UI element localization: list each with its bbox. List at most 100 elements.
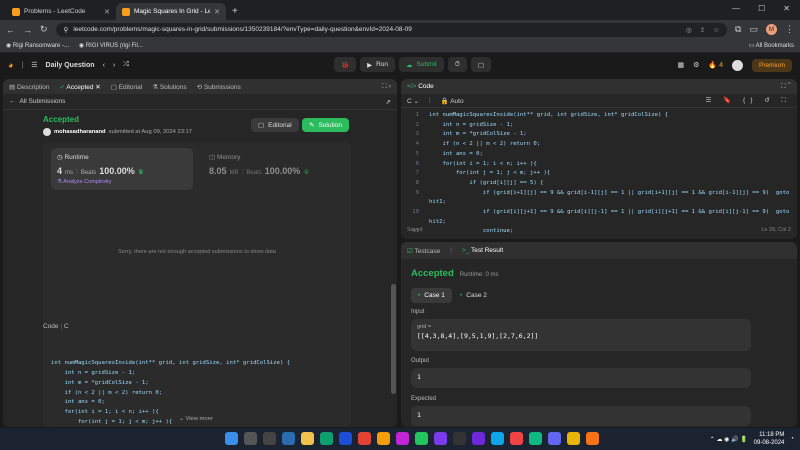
premium-button[interactable]: Premium: [751, 58, 792, 72]
leetcode-logo[interactable]: ◕: [8, 60, 13, 70]
bookmark-star-icon[interactable]: ☆: [713, 26, 719, 34]
gmail-icon[interactable]: [567, 432, 580, 445]
code-line[interactable]: 6 for(int i = 1; i < n; i++ ){: [405, 160, 793, 170]
app-icon[interactable]: [453, 432, 466, 445]
layout-icon[interactable]: ▦: [678, 61, 685, 69]
run-button[interactable]: ▶ Run: [360, 57, 396, 72]
notification-icon[interactable]: ◔: [790, 436, 794, 442]
runtime-box[interactable]: ◷ Runtime 4 ms | Beats 100.00% ♛ ⚗ Analy…: [51, 148, 193, 190]
submit-button[interactable]: ☁ Submit: [399, 57, 444, 72]
user-avatar[interactable]: [731, 59, 743, 71]
code-line[interactable]: hit1;: [405, 198, 793, 208]
chrome-active-icon[interactable]: [586, 432, 599, 445]
app-icon[interactable]: [510, 432, 523, 445]
close-tab-icon[interactable]: ✕: [104, 8, 110, 16]
code-line[interactable]: 8 if (grid[i][j] == 5) {: [405, 179, 793, 189]
editor-actions[interactable]: ☰ 🔖 {} ↺ ⛶: [706, 96, 791, 105]
tab-submissions[interactable]: ⟲ Submissions: [197, 83, 241, 91]
code-line[interactable]: 3 int m = *gridColSize - 1;: [405, 130, 793, 140]
minimize-icon[interactable]: —: [732, 4, 740, 13]
store-icon[interactable]: [339, 432, 352, 445]
shuffle-icon[interactable]: ⤮: [123, 61, 129, 69]
reload-icon[interactable]: ↻: [40, 24, 48, 35]
close-tab-icon[interactable]: ✕: [214, 8, 220, 16]
tab-testcase[interactable]: ☑ Testcase: [407, 247, 440, 255]
code-line[interactable]: 4 if (n < 2 || m < 2) return 0;: [405, 140, 793, 150]
submitter-name[interactable]: mohasadharanand: [54, 129, 106, 135]
code-tab[interactable]: </> Code: [407, 83, 434, 90]
case-1-tab[interactable]: • Case 1: [411, 288, 452, 303]
all-submissions-link[interactable]: All Submissions: [20, 98, 66, 105]
case-2-tab[interactable]: • Case 2: [453, 288, 494, 303]
site-info-icon[interactable]: ⚲: [64, 26, 69, 34]
address-bar[interactable]: ⚲ leetcode.com/problems/magic-squares-in…: [55, 22, 728, 37]
task-view-icon[interactable]: [263, 432, 276, 445]
timer-icon[interactable]: ⏱: [447, 57, 467, 72]
profile-avatar[interactable]: M: [766, 24, 777, 35]
widgets-icon[interactable]: [282, 432, 295, 445]
app-icon[interactable]: [529, 432, 542, 445]
share-link-icon[interactable]: ⇗: [386, 98, 391, 106]
bookmark-item[interactable]: ◉ RIGI VIRUS (rigi Fil...: [79, 42, 143, 49]
code-line[interactable]: 9 if (grid[i+1][j] == 9 && grid[i-1][j] …: [405, 189, 793, 199]
close-window-icon[interactable]: ✕: [783, 4, 790, 13]
solution-button[interactable]: ✎ Solution: [302, 118, 349, 132]
tab-description[interactable]: ▤ Description: [9, 83, 49, 91]
hide-icon[interactable]: ◎: [686, 26, 692, 34]
browser-tab-magic-squares[interactable]: Magic Squares In Grid - LeetCo... ✕: [116, 3, 226, 20]
code-line[interactable]: 7 for(int j = 1; j < m; j++ ){: [405, 169, 793, 179]
code-line[interactable]: 2 int n = gridSize - 1;: [405, 121, 793, 131]
app-icon[interactable]: [377, 432, 390, 445]
menu-icon[interactable]: ⋮: [785, 24, 794, 35]
problem-list-icon[interactable]: ☰: [31, 61, 37, 69]
editor-code[interactable]: 1 int numMagicSquaresInside(int** grid, i…: [401, 108, 797, 239]
extensions-icon[interactable]: ⧉: [735, 24, 741, 35]
bookmark-item[interactable]: ◉ Rigi Ransomware -...: [6, 42, 69, 49]
tab-test-result[interactable]: >_ Test Result: [462, 247, 503, 254]
language-select[interactable]: C ⌄: [407, 97, 419, 105]
submitter-avatar[interactable]: [43, 128, 51, 136]
edge-icon[interactable]: [320, 432, 333, 445]
chrome-icon[interactable]: [358, 432, 371, 445]
app-icon[interactable]: [472, 432, 485, 445]
all-bookmarks-button[interactable]: ▭ All Bookmarks: [749, 42, 794, 49]
tab-accepted[interactable]: ✓ Accepted ✕: [59, 83, 100, 91]
back-icon[interactable]: ←: [6, 25, 15, 35]
next-problem-icon[interactable]: ›: [113, 62, 115, 69]
sidebar-icon[interactable]: ▭: [749, 24, 758, 35]
settings-gear-icon[interactable]: ⚙: [693, 61, 699, 69]
clock[interactable]: 11:18 PM 09-08-2024: [754, 431, 785, 447]
auto-mode[interactable]: 🔒 Auto: [441, 97, 464, 105]
start-icon[interactable]: [225, 432, 238, 445]
code-line[interactable]: 11 continue;: [405, 227, 793, 237]
memory-box[interactable]: ◫ Memory 8.05 MB | Beats 100.00% ♛: [203, 148, 343, 190]
notes-icon[interactable]: ▢: [470, 57, 491, 72]
view-more-button[interactable]: ⌄ View more: [179, 416, 213, 422]
editor-window-icons[interactable]: ⛶ ⌃: [781, 83, 791, 91]
prev-problem-icon[interactable]: ‹: [103, 62, 105, 69]
instagram-icon[interactable]: [396, 432, 409, 445]
streak-counter[interactable]: 🔥 4: [708, 61, 723, 69]
tab-editorial[interactable]: ▢ Editorial: [111, 83, 142, 91]
app-icon[interactable]: [548, 432, 561, 445]
back-arrow-icon[interactable]: ←: [9, 98, 16, 105]
telegram-icon[interactable]: [491, 432, 504, 445]
code-line[interactable]: hit2;: [405, 218, 793, 228]
code-line[interactable]: 10 if (grid[i][j+1] == 9 && grid[i][j-1]…: [405, 208, 793, 218]
forward-icon[interactable]: →: [23, 25, 32, 35]
browser-tab-problems[interactable]: Problems - LeetCode ✕: [6, 3, 116, 20]
new-tab-button[interactable]: +: [226, 6, 244, 20]
daily-question-link[interactable]: Daily Question: [46, 62, 95, 69]
tab-solutions[interactable]: ⚗ Solutions: [152, 83, 186, 91]
panel-scrollbar[interactable]: [391, 284, 396, 394]
search-icon[interactable]: [244, 432, 257, 445]
tray-icons[interactable]: ⌃ ☁ ◉ 🔊 🔋: [710, 436, 748, 443]
collapse-panel-icon[interactable]: ⛶ ‹: [382, 83, 391, 91]
maximize-icon[interactable]: ☐: [758, 4, 765, 13]
whatsapp-icon[interactable]: [415, 432, 428, 445]
editorial-button[interactable]: ▢ Editorial: [251, 118, 299, 132]
debug-icon[interactable]: 🐞: [334, 57, 357, 72]
analyze-complexity-link[interactable]: Analyze Complexity: [63, 179, 111, 185]
code-line[interactable]: 5 int ans = 0;: [405, 150, 793, 160]
app-icon[interactable]: [434, 432, 447, 445]
